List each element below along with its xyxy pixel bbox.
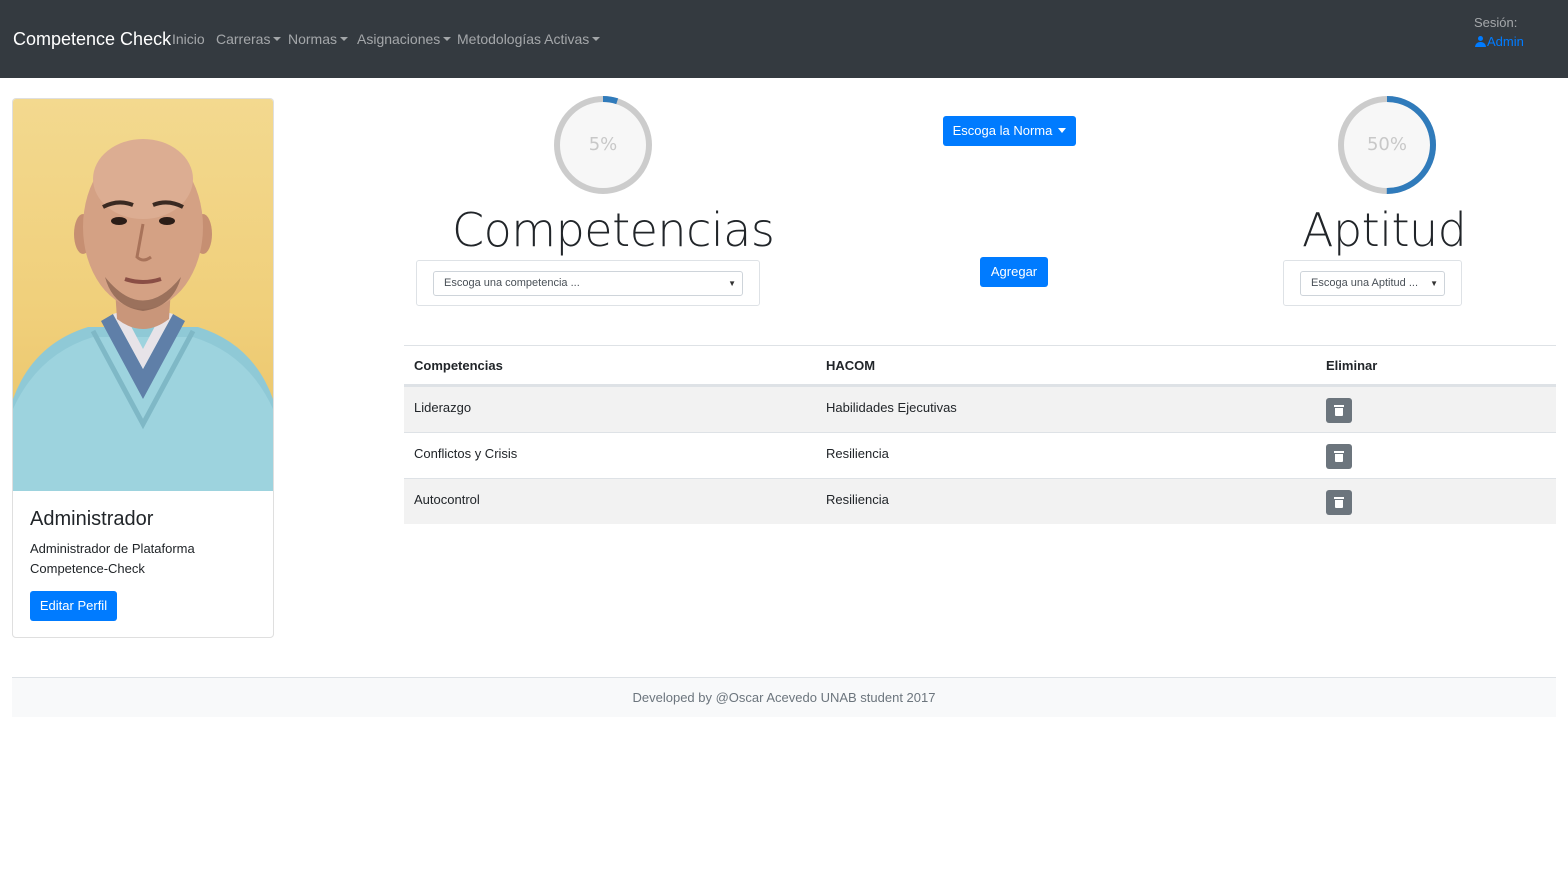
table-row: Liderazgo Habilidades Ejecutivas <box>404 386 1556 432</box>
header-eliminar: Eliminar <box>1326 358 1378 373</box>
nav-item-label: Normas <box>288 31 338 47</box>
trash-icon <box>1334 451 1344 462</box>
edit-profile-button[interactable]: Editar Perfil <box>30 591 117 621</box>
profile-photo <box>13 99 273 491</box>
aptitud-select[interactable]: Escoga una Aptitud ... ▼ <box>1300 271 1445 296</box>
delete-button[interactable] <box>1326 490 1352 515</box>
competencias-progress-ring: 5% <box>553 95 653 195</box>
competencia-select[interactable]: Escoga una competencia ... ▼ <box>433 271 743 296</box>
nav-item-metodologias[interactable]: Metodologías Activas <box>457 31 601 47</box>
trash-icon <box>1334 405 1344 416</box>
profile-title: Administrador <box>30 508 154 530</box>
profile-card: Administrador Administrador de Plataform… <box>12 98 274 638</box>
aptitud-select-value: Escoga una Aptitud ... <box>1311 277 1419 289</box>
caret-down-icon <box>340 37 349 41</box>
caret-down-icon <box>592 37 601 41</box>
aptitud-progress-ring: 50% <box>1337 95 1437 195</box>
session-user-link[interactable]: Admin <box>1475 34 1524 49</box>
caret-down-icon <box>443 37 452 41</box>
add-button[interactable]: Agregar <box>980 257 1048 287</box>
caret-down-icon <box>273 37 282 41</box>
competencias-progress-label: 5% <box>588 134 618 155</box>
top-navbar: Competence Check Inicio Carreras Normas … <box>0 0 1568 78</box>
footer: Developed by @Oscar Acevedo UNAB student… <box>12 677 1556 717</box>
footer-text: Developed by @Oscar Acevedo UNAB student… <box>632 690 936 705</box>
nav-item-label: Inicio <box>172 31 205 47</box>
aptitud-select-container: Escoga una Aptitud ... ▼ <box>1283 260 1462 306</box>
nav-item-label: Carreras <box>216 31 271 47</box>
competencias-title: Competencias <box>452 203 775 257</box>
choose-norma-label: Escoga la Norma <box>952 123 1053 138</box>
session-label: Sesión: <box>1474 15 1518 30</box>
cell-competencia: Conflictos y Crisis <box>414 446 518 461</box>
profile-description: Administrador de Plataforma Competence-C… <box>30 541 195 576</box>
nav-item-asignaciones[interactable]: Asignaciones <box>357 31 452 47</box>
select-arrow-icon: ▼ <box>1430 279 1438 288</box>
table-row: Conflictos y Crisis Resiliencia <box>404 432 1556 478</box>
cell-hacom: Habilidades Ejecutivas <box>826 400 957 415</box>
choose-norma-button[interactable]: Escoga la Norma <box>943 116 1076 146</box>
cell-hacom: Resiliencia <box>826 492 889 507</box>
delete-button[interactable] <box>1326 398 1352 423</box>
aptitud-title: Aptitud <box>1302 203 1467 257</box>
competencias-table: Competencias HACOM Eliminar Liderazgo Ha… <box>404 345 1556 524</box>
table-row: Autocontrol Resiliencia <box>404 478 1556 524</box>
caret-down-icon <box>1058 128 1067 133</box>
select-arrow-icon: ▼ <box>728 279 736 288</box>
trash-icon <box>1334 497 1344 508</box>
cell-competencia: Liderazgo <box>414 400 472 415</box>
nav-item-normas[interactable]: Normas <box>288 31 349 47</box>
header-hacom: HACOM <box>826 358 876 373</box>
competencias-select-container: Escoga una competencia ... ▼ <box>416 260 760 306</box>
header-competencias: Competencias <box>414 358 503 373</box>
nav-item-label: Metodologías Activas <box>457 31 590 47</box>
cell-hacom: Resiliencia <box>826 446 889 461</box>
session-user-name: Admin <box>1487 34 1524 49</box>
brand-logo[interactable]: Competence Check <box>13 29 171 50</box>
table-header: Competencias HACOM Eliminar <box>404 345 1556 386</box>
nav-item-inicio[interactable]: Inicio <box>172 31 205 47</box>
delete-button[interactable] <box>1326 444 1352 469</box>
aptitud-progress-label: 50% <box>1366 134 1407 155</box>
cell-competencia: Autocontrol <box>414 492 480 507</box>
nav-item-label: Asignaciones <box>357 31 441 47</box>
competencia-select-value: Escoga una competencia ... <box>444 277 580 289</box>
user-icon <box>1475 36 1486 47</box>
nav-item-carreras[interactable]: Carreras <box>216 31 282 47</box>
